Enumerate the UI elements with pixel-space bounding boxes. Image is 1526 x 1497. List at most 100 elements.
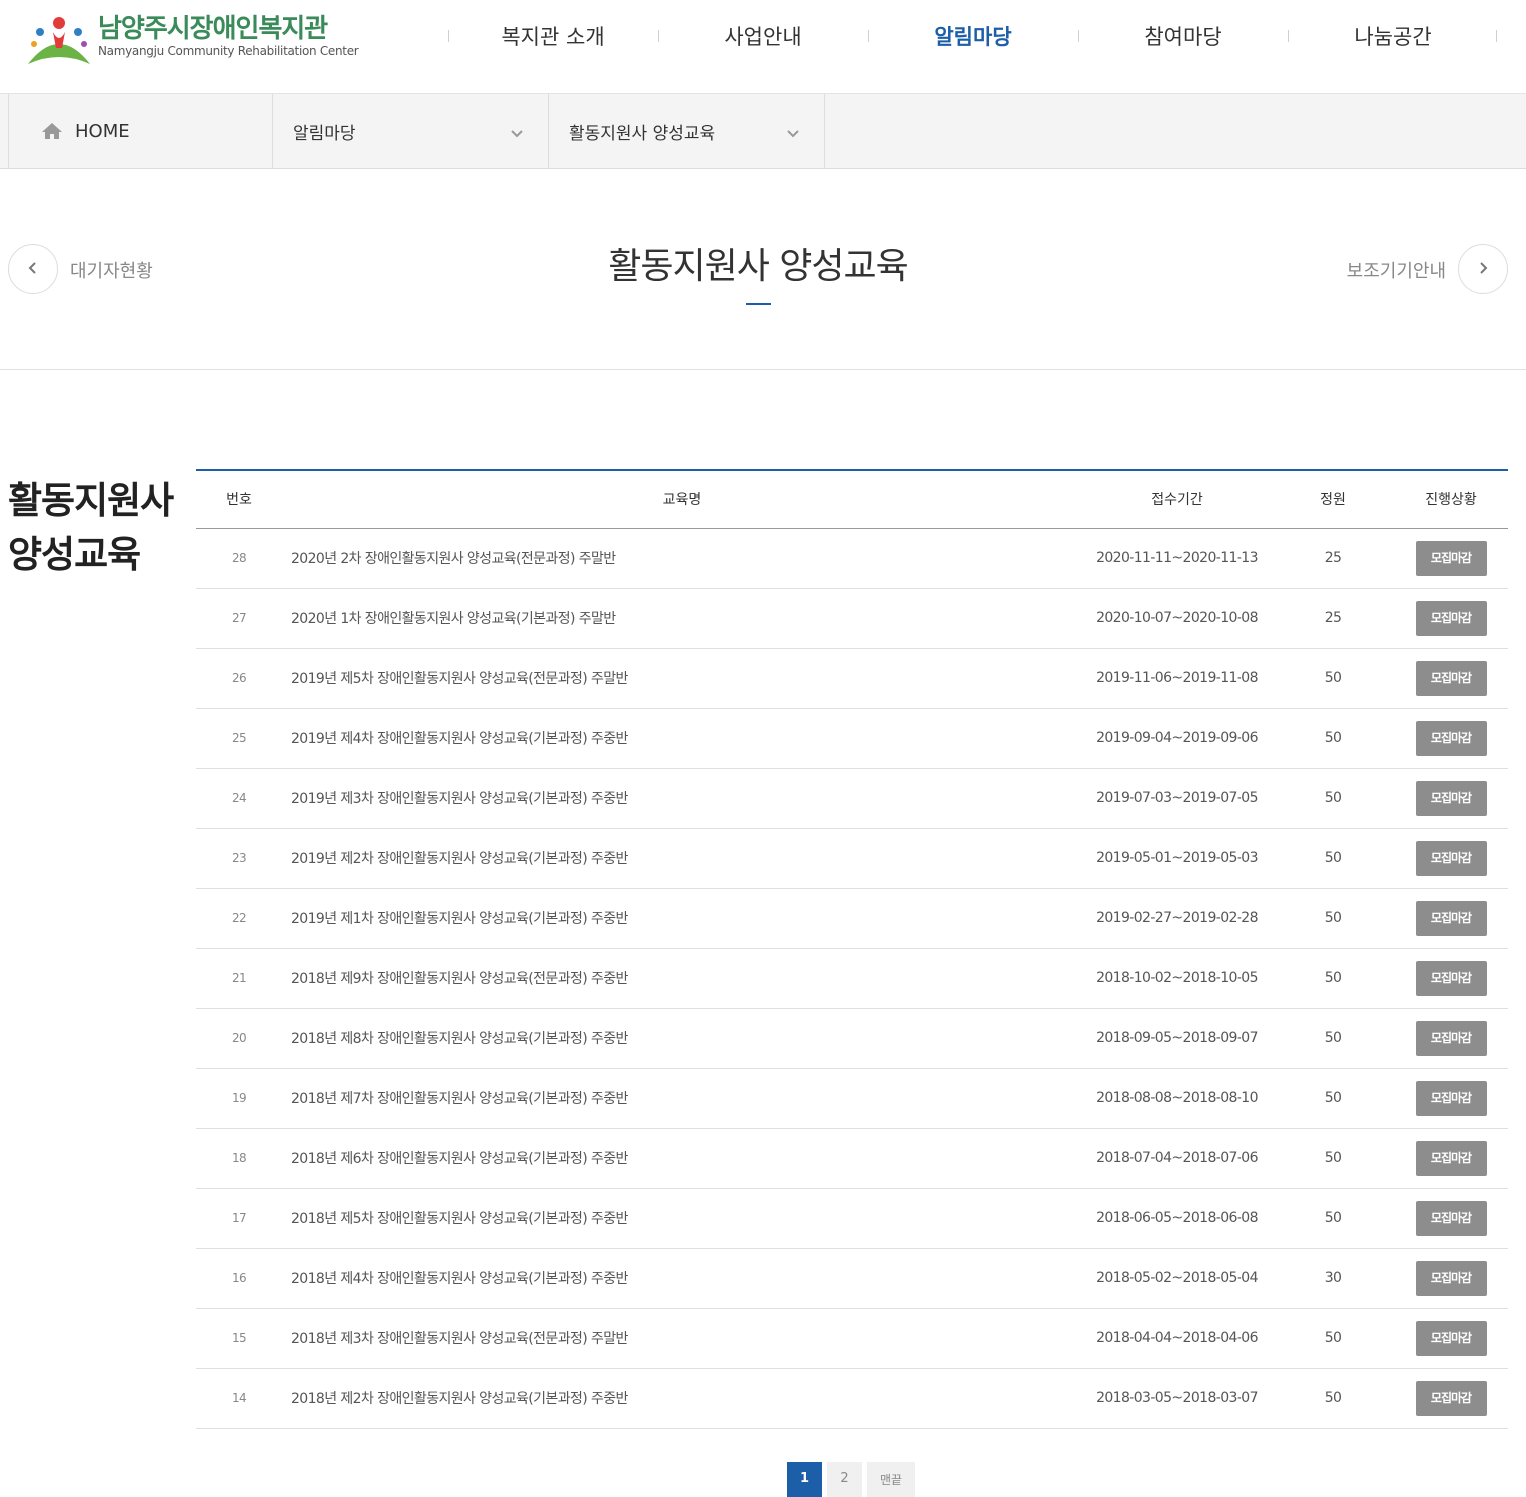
nav-item-about[interactable]: 복지관 소개 <box>448 0 658 72</box>
row-period: 2020-10-07~2020-10-08 <box>1096 610 1258 626</box>
breadcrumb-home[interactable]: HOME <box>8 94 273 168</box>
table-row[interactable]: 24 2019년 제3차 장애인활동지원사 양성교육(기본과정) 주중반 2019-… <box>196 768 1508 828</box>
site-header: 남양주시장애인복지관 Namyangju Community Rehabilit… <box>0 0 1526 94</box>
row-status: 모집마감 <box>1394 1068 1508 1128</box>
nav-item-business[interactable]: 사업안내 <box>658 0 868 72</box>
chevron-right-icon <box>1478 260 1488 279</box>
row-capacity: 25 <box>1324 550 1342 566</box>
row-capacity: 50 <box>1324 1030 1342 1046</box>
row-number: 18 <box>231 1151 247 1165</box>
row-title-link[interactable]: 2019년 제5차 장애인활동지원사 양성교육(전문과정) 주말반 <box>282 648 1082 708</box>
next-page-link[interactable]: 보조기기안내 <box>1347 257 1446 283</box>
table-row[interactable]: 18 2018년 제6차 장애인활동지원사 양성교육(기본과정) 주중반 2018-… <box>196 1128 1508 1188</box>
row-title-link[interactable]: 2019년 제2차 장애인활동지원사 양성교육(기본과정) 주중반 <box>282 828 1082 888</box>
status-badge: 모집마감 <box>1415 1020 1487 1056</box>
table-row[interactable]: 21 2018년 제9차 장애인활동지원사 양성교육(전문과정) 주중반 2018-… <box>196 948 1508 1008</box>
row-status: 모집마감 <box>1394 828 1508 888</box>
row-period: 2018-07-04~2018-07-06 <box>1096 1150 1258 1166</box>
last-page-button[interactable]: 맨끝 <box>867 1462 915 1497</box>
row-title-link[interactable]: 2020년 2차 장애인활동지원사 양성교육(전문과정) 주말반 <box>282 528 1082 588</box>
nav-divider <box>1496 30 1497 42</box>
row-title-link[interactable]: 2018년 제5차 장애인활동지원사 양성교육(기본과정) 주중반 <box>282 1188 1082 1248</box>
breadcrumb-level2-dropdown[interactable]: 활동지원사 양성교육 <box>549 94 825 168</box>
row-status: 모집마감 <box>1394 1248 1508 1308</box>
row-period: 2019-05-01~2019-05-03 <box>1096 850 1258 866</box>
column-header-title: 교육명 <box>662 492 702 509</box>
table-row[interactable]: 17 2018년 제5차 장애인활동지원사 양성교육(기본과정) 주중반 2018-… <box>196 1188 1508 1248</box>
row-number: 21 <box>231 971 247 985</box>
row-status: 모집마감 <box>1394 768 1508 828</box>
row-number: 20 <box>231 1031 247 1045</box>
row-status: 모집마감 <box>1394 588 1508 648</box>
row-title-link[interactable]: 2018년 제2차 장애인활동지원사 양성교육(기본과정) 주중반 <box>282 1368 1082 1428</box>
main-nav: 복지관 소개 사업안내 알림마당 참여마당 나눔공간 <box>448 0 1498 72</box>
row-number: 28 <box>231 551 247 565</box>
row-title-link[interactable]: 2019년 제1차 장애인활동지원사 양성교육(기본과정) 주중반 <box>282 888 1082 948</box>
row-title-link[interactable]: 2018년 제9차 장애인활동지원사 양성교육(전문과정) 주중반 <box>282 948 1082 1008</box>
table-row[interactable]: 28 2020년 2차 장애인활동지원사 양성교육(전문과정) 주말반 2020-1… <box>196 528 1508 588</box>
nav-item-notice[interactable]: 알림마당 <box>868 0 1078 72</box>
column-header-period: 접수기간 <box>1151 492 1203 509</box>
page-1-button[interactable]: 1 <box>787 1462 822 1497</box>
breadcrumb-home-label: HOME <box>75 120 130 142</box>
table-row[interactable]: 20 2018년 제8차 장애인활동지원사 양성교육(기본과정) 주중반 2018-… <box>196 1008 1508 1068</box>
breadcrumb-level1-dropdown[interactable]: 알림마당 <box>273 94 549 168</box>
row-number: 19 <box>231 1091 247 1105</box>
row-capacity: 30 <box>1324 1270 1342 1286</box>
nav-item-participation[interactable]: 참여마당 <box>1078 0 1288 72</box>
row-title-link[interactable]: 2020년 1차 장애인활동지원사 양성교육(기본과정) 주말반 <box>282 588 1082 648</box>
table-row[interactable]: 15 2018년 제3차 장애인활동지원사 양성교육(전문과정) 주말반 2018-… <box>196 1308 1508 1368</box>
status-badge: 모집마감 <box>1415 540 1487 576</box>
row-title-link[interactable]: 2018년 제6차 장애인활동지원사 양성교육(기본과정) 주중반 <box>282 1128 1082 1188</box>
breadcrumb-level2-label: 활동지원사 양성교육 <box>569 123 716 144</box>
row-capacity: 50 <box>1324 1330 1342 1346</box>
table-row[interactable]: 14 2018년 제2차 장애인활동지원사 양성교육(기본과정) 주중반 2018-… <box>196 1368 1508 1428</box>
status-badge: 모집마감 <box>1415 600 1487 636</box>
table-row[interactable]: 27 2020년 1차 장애인활동지원사 양성교육(기본과정) 주말반 2020-1… <box>196 588 1508 648</box>
row-title-link[interactable]: 2019년 제4차 장애인활동지원사 양성교육(기본과정) 주중반 <box>282 708 1082 768</box>
row-period: 2018-09-05~2018-09-07 <box>1096 1030 1258 1046</box>
row-period: 2018-06-05~2018-06-08 <box>1096 1210 1258 1226</box>
row-capacity: 50 <box>1324 970 1342 986</box>
row-status: 모집마감 <box>1394 888 1508 948</box>
row-title-link[interactable]: 2018년 제4차 장애인활동지원사 양성교육(기본과정) 주중반 <box>282 1248 1082 1308</box>
table-row[interactable]: 19 2018년 제7차 장애인활동지원사 양성교육(기본과정) 주중반 2018-… <box>196 1068 1508 1128</box>
status-badge: 모집마감 <box>1415 1200 1487 1236</box>
row-capacity: 50 <box>1324 1390 1342 1406</box>
status-badge: 모집마감 <box>1415 1320 1487 1356</box>
table-row[interactable]: 23 2019년 제2차 장애인활동지원사 양성교육(기본과정) 주중반 2019-… <box>196 828 1508 888</box>
status-badge: 모집마감 <box>1415 780 1487 816</box>
row-status: 모집마감 <box>1394 708 1508 768</box>
table-row[interactable]: 22 2019년 제1차 장애인활동지원사 양성교육(기본과정) 주중반 2019-… <box>196 888 1508 948</box>
pagination: 1 2 맨끝 <box>787 1462 920 1497</box>
page-2-button[interactable]: 2 <box>827 1462 862 1497</box>
row-period: 2019-07-03~2019-07-05 <box>1096 790 1258 806</box>
side-heading: 활동지원사 양성교육 <box>8 474 188 582</box>
next-page-button[interactable] <box>1458 244 1508 294</box>
side-heading-line2: 양성교육 <box>8 533 141 576</box>
row-number: 22 <box>231 911 247 925</box>
row-capacity: 50 <box>1324 670 1342 686</box>
status-badge: 모집마감 <box>1415 960 1487 996</box>
column-header-status: 진행상황 <box>1425 492 1477 509</box>
table-row[interactable]: 25 2019년 제4차 장애인활동지원사 양성교육(기본과정) 주중반 2019-… <box>196 708 1508 768</box>
row-status: 모집마감 <box>1394 1308 1508 1368</box>
table-row[interactable]: 26 2019년 제5차 장애인활동지원사 양성교육(전문과정) 주말반 2019-… <box>196 648 1508 708</box>
status-badge: 모집마감 <box>1415 1080 1487 1116</box>
row-title-link[interactable]: 2019년 제3차 장애인활동지원사 양성교육(기본과정) 주중반 <box>282 768 1082 828</box>
row-status: 모집마감 <box>1394 648 1508 708</box>
status-badge: 모집마감 <box>1415 1380 1487 1416</box>
row-title-link[interactable]: 2018년 제3차 장애인활동지원사 양성교육(전문과정) 주말반 <box>282 1308 1082 1368</box>
row-number: 27 <box>231 611 247 625</box>
logo-subtitle: Namyangju Community Rehabilitation Cente… <box>98 44 359 58</box>
row-title-link[interactable]: 2018년 제7차 장애인활동지원사 양성교육(기본과정) 주중반 <box>282 1068 1082 1128</box>
logo-emblem-icon <box>28 17 90 64</box>
nav-item-sharing[interactable]: 나눔공간 <box>1288 0 1498 72</box>
row-number: 26 <box>231 671 247 685</box>
site-logo[interactable]: 남양주시장애인복지관 Namyangju Community Rehabilit… <box>26 8 359 68</box>
row-period: 2019-11-06~2019-11-08 <box>1096 670 1258 686</box>
row-capacity: 50 <box>1324 1150 1342 1166</box>
table-row[interactable]: 16 2018년 제4차 장애인활동지원사 양성교육(기본과정) 주중반 2018-… <box>196 1248 1508 1308</box>
row-number: 15 <box>231 1331 247 1345</box>
row-title-link[interactable]: 2018년 제8차 장애인활동지원사 양성교육(기본과정) 주중반 <box>282 1008 1082 1068</box>
